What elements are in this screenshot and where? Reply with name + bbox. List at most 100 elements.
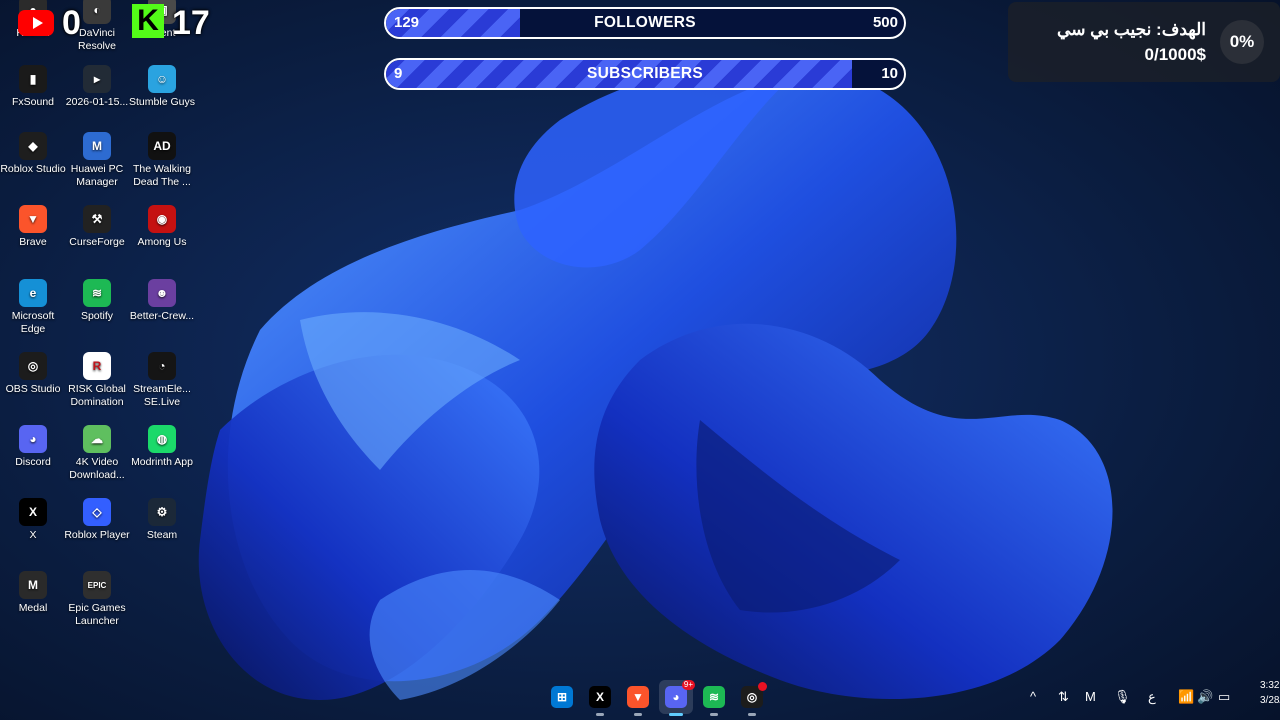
roblox-studio-icon: ◆ xyxy=(19,132,47,160)
desktop-icon-roblox-studio[interactable]: ◆ Roblox Studio xyxy=(0,132,66,176)
desktop-icon-streamelements[interactable]: ◔ StreamEle... SE.Live xyxy=(129,352,195,409)
clock-time: 3:32 xyxy=(1260,680,1280,691)
desktop-icon-edge[interactable]: e Microsoft Edge xyxy=(0,279,66,336)
desktop-icon-label: X xyxy=(29,529,37,541)
desktop-icon-label: StreamEle... SE.Live xyxy=(133,383,191,408)
desktop-icon-roblox-player[interactable]: ◇ Roblox Player xyxy=(64,498,130,542)
roblox-player-icon: ◇ xyxy=(83,498,111,526)
desktop-icon-label: FxSound xyxy=(11,96,55,108)
tray-chevron-icon[interactable]: ^ xyxy=(1030,689,1036,704)
taskbar-button-obs-taskbar[interactable]: ◎ xyxy=(735,680,769,716)
microphone-icon[interactable]: 🎙 xyxy=(1114,689,1131,705)
desktop-icon-video-file[interactable]: ▸ 2026-01-15... xyxy=(64,65,130,109)
running-indicator xyxy=(634,713,642,716)
taskbar-button-x-taskbar[interactable]: X xyxy=(583,680,617,716)
taskbar-button-discord-taskbar[interactable]: ◕ 9+ xyxy=(659,680,695,716)
running-indicator xyxy=(596,713,604,716)
desktop-icon-label: Huawei PC Manager xyxy=(70,163,124,188)
epic-games-icon: EPIC xyxy=(83,571,111,599)
desktop-icon-label: 4K Video Download... xyxy=(69,456,125,481)
taskbar: ⊞ X ▼ ◕9+ ≋ ◎ ^ ⇅ M 🎙 ع 📶 🔊 ▭ 3:32 3/28/2 xyxy=(0,676,1280,720)
running-indicator xyxy=(710,713,718,716)
donation-goal-percent: 0% xyxy=(1220,20,1264,64)
desktop-icon-label: Stumble Guys xyxy=(129,96,195,108)
brave-icon: ▼ xyxy=(19,205,47,233)
language-indicator[interactable]: ع xyxy=(1148,689,1156,705)
running-indicator xyxy=(669,713,683,716)
desktop-icon-label: 2026-01-15... xyxy=(65,96,129,108)
desktop-icon-walking-dead[interactable]: AD The Walking Dead The ... xyxy=(129,132,195,189)
desktop-icon-better-crewlink[interactable]: ☻ Better-Crew... xyxy=(129,279,195,323)
desktop-icon-label: Modrinth App xyxy=(131,456,193,468)
risk-icon: R xyxy=(83,352,111,380)
desktop-icon-curseforge[interactable]: ⚒ CurseForge xyxy=(64,205,130,249)
video-file-icon: ▸ xyxy=(83,65,111,93)
wifi-icon[interactable]: 📶 xyxy=(1178,689,1194,705)
better-crewlink-icon: ☻ xyxy=(148,279,176,307)
desktop-icon-label: Epic Games Launcher xyxy=(68,602,126,627)
desktop-icon-label: Microsoft Edge xyxy=(11,310,55,335)
desktop-icon-label: RISK Global Domination xyxy=(68,383,126,408)
tray-settings-icon[interactable]: ⇅ xyxy=(1058,689,1069,705)
taskbar-button-spotify-taskbar[interactable]: ≋ xyxy=(697,680,731,716)
desktop-icon-medal[interactable]: M Medal xyxy=(0,571,66,615)
desktop-icon-label: Roblox Player xyxy=(64,529,130,541)
start-icon: ⊞ xyxy=(551,686,573,708)
davinci-resolve-icon: ◐ xyxy=(83,0,111,24)
desktop-icon-4k-video-downloader[interactable]: ☁ 4K Video Download... xyxy=(64,425,130,482)
desktop-icon-label: The Walking Dead The ... xyxy=(133,163,191,188)
subscribers-title: SUBSCRIBERS xyxy=(586,65,704,82)
desktop-icon-discord[interactable]: ◕ Discord xyxy=(0,425,66,469)
notification-badge: 9+ xyxy=(681,680,695,690)
desktop-icon-obs-studio[interactable]: ◎ OBS Studio xyxy=(0,352,66,396)
brave-taskbar-icon: ▼ xyxy=(627,686,649,708)
huawei-pc-manager-icon: M xyxy=(83,132,111,160)
kick-follower-count: 17 xyxy=(172,4,210,42)
clock-date: 3/28/2 xyxy=(1260,695,1280,706)
desktop-icon-fxsound[interactable]: ▮ FxSound xyxy=(0,65,66,109)
desktop-icon-label: Steam xyxy=(146,529,178,541)
tray-huawei-icon[interactable]: M xyxy=(1085,689,1096,704)
desktop-icon-risk[interactable]: R RISK Global Domination xyxy=(64,352,130,409)
system-clock[interactable]: 3:32 3/28/2 xyxy=(1260,678,1280,708)
desktop-icon-steam[interactable]: ⚙ Steam xyxy=(129,498,195,542)
taskbar-button-brave-taskbar[interactable]: ▼ xyxy=(621,680,655,716)
battery-icon[interactable]: ▭ xyxy=(1218,689,1230,705)
desktop-icon-epic-games[interactable]: EPIC Epic Games Launcher xyxy=(64,571,130,628)
desktop-icon-label: Medal xyxy=(18,602,48,614)
desktop-icon-label: Roblox Studio xyxy=(0,163,66,175)
desktop-icon-label: Brave xyxy=(19,236,47,248)
followers-goal-bar: 129 FOLLOWERS 500 xyxy=(384,7,906,39)
desktop-icon-modrinth[interactable]: ◍ Modrinth App xyxy=(129,425,195,469)
donation-goal-widget: الهدف: نجيب بي سي 0/1000$ 0% xyxy=(1008,2,1280,82)
desktop-icon-stumble-guys[interactable]: ☺ Stumble Guys xyxy=(129,65,195,109)
fxsound-icon: ▮ xyxy=(19,65,47,93)
desktop-icon-label: CurseForge xyxy=(69,236,125,248)
recording-dot xyxy=(758,682,767,691)
curseforge-icon: ⚒ xyxy=(83,205,111,233)
spotify-icon: ≋ xyxy=(83,279,111,307)
edge-icon: e xyxy=(19,279,47,307)
stumble-guys-icon: ☺ xyxy=(148,65,176,93)
walking-dead-icon: AD xyxy=(148,132,176,160)
desktop-icon-label: Among Us xyxy=(137,236,187,248)
taskbar-button-start[interactable]: ⊞ xyxy=(545,680,579,714)
obs-studio-icon: ◎ xyxy=(19,352,47,380)
desktop-icon-label: Better-Crew... xyxy=(129,310,195,322)
desktop-icon-x[interactable]: XX xyxy=(0,498,66,542)
desktop-icon-label: Discord xyxy=(15,456,51,468)
x-taskbar-icon: X xyxy=(589,686,611,708)
desktop-icon-huawei-pc-manager[interactable]: M Huawei PC Manager xyxy=(64,132,130,189)
medal-icon: M xyxy=(19,571,47,599)
youtube-icon xyxy=(18,10,54,36)
spotify-taskbar-icon: ≋ xyxy=(703,686,725,708)
desktop-icon-label: Spotify xyxy=(80,310,114,322)
desktop-icon-among-us[interactable]: ◉ Among Us xyxy=(129,205,195,249)
subscribers-target: 10 xyxy=(881,65,898,82)
volume-icon[interactable]: 🔊 xyxy=(1197,689,1213,705)
donation-goal-amount: 0/1000$ xyxy=(1144,45,1206,64)
desktop-icon-brave[interactable]: ▼ Brave xyxy=(0,205,66,249)
desktop-icon-spotify[interactable]: ≋ Spotify xyxy=(64,279,130,323)
running-indicator xyxy=(748,713,756,716)
followers-title: FOLLOWERS xyxy=(594,14,696,31)
